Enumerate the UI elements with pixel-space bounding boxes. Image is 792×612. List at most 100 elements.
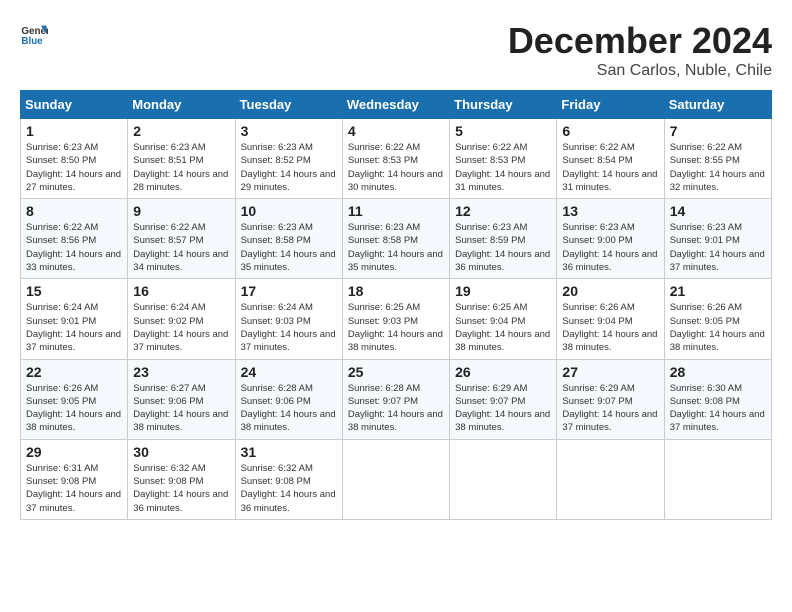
calendar-cell: 8 Sunrise: 6:22 AM Sunset: 8:56 PM Daylig… bbox=[21, 199, 128, 279]
day-info: Sunrise: 6:24 AM Sunset: 9:01 PM Dayligh… bbox=[26, 301, 122, 354]
calendar-cell: 30 Sunrise: 6:32 AM Sunset: 9:08 PM Dayli… bbox=[128, 439, 235, 519]
day-number: 9 bbox=[133, 203, 229, 219]
day-info: Sunrise: 6:25 AM Sunset: 9:03 PM Dayligh… bbox=[348, 301, 444, 354]
day-number: 2 bbox=[133, 123, 229, 139]
day-number: 3 bbox=[241, 123, 337, 139]
calendar-cell: 10 Sunrise: 6:23 AM Sunset: 8:58 PM Dayli… bbox=[235, 199, 342, 279]
calendar-cell: 7Sunrise: 6:22 AM Sunset: 8:55 PM Daylig… bbox=[664, 119, 771, 199]
calendar-title: December 2024 bbox=[508, 20, 772, 62]
calendar-cell: 9 Sunrise: 6:22 AM Sunset: 8:57 PM Daylig… bbox=[128, 199, 235, 279]
day-number: 6 bbox=[562, 123, 658, 139]
calendar-week-row: 15Sunrise: 6:24 AM Sunset: 9:01 PM Dayli… bbox=[21, 279, 772, 359]
day-info: Sunrise: 6:31 AM Sunset: 9:08 PM Dayligh… bbox=[26, 462, 122, 515]
day-info: Sunrise: 6:22 AM Sunset: 8:56 PM Dayligh… bbox=[26, 221, 122, 274]
day-number: 29 bbox=[26, 444, 122, 460]
col-sunday: Sunday bbox=[21, 91, 128, 119]
page-header: General Blue December 2024 San Carlos, N… bbox=[20, 20, 772, 80]
col-saturday: Saturday bbox=[664, 91, 771, 119]
day-number: 27 bbox=[562, 364, 658, 380]
calendar-cell bbox=[664, 439, 771, 519]
calendar-cell: 21 Sunrise: 6:26 AM Sunset: 9:05 PM Dayli… bbox=[664, 279, 771, 359]
svg-text:Blue: Blue bbox=[21, 36, 43, 47]
calendar-cell: 4 Sunrise: 6:22 AM Sunset: 8:53 PM Daylig… bbox=[342, 119, 449, 199]
calendar-cell: 28 Sunrise: 6:30 AM Sunset: 9:08 PM Dayli… bbox=[664, 359, 771, 439]
col-wednesday: Wednesday bbox=[342, 91, 449, 119]
day-info: Sunrise: 6:22 AM Sunset: 8:57 PM Dayligh… bbox=[133, 221, 229, 274]
calendar-cell: 11Sunrise: 6:23 AM Sunset: 8:58 PM Dayli… bbox=[342, 199, 449, 279]
calendar-cell: 13 Sunrise: 6:23 AM Sunset: 9:00 PM Dayli… bbox=[557, 199, 664, 279]
calendar-cell: 16 Sunrise: 6:24 AM Sunset: 9:02 PM Dayli… bbox=[128, 279, 235, 359]
calendar-cell: 18 Sunrise: 6:25 AM Sunset: 9:03 PM Dayli… bbox=[342, 279, 449, 359]
day-number: 8 bbox=[26, 203, 122, 219]
day-number: 31 bbox=[241, 444, 337, 460]
title-block: December 2024 San Carlos, Nuble, Chile bbox=[508, 20, 772, 80]
day-number: 30 bbox=[133, 444, 229, 460]
day-number: 24 bbox=[241, 364, 337, 380]
day-info: Sunrise: 6:26 AM Sunset: 9:05 PM Dayligh… bbox=[26, 382, 122, 435]
day-number: 25 bbox=[348, 364, 444, 380]
calendar-cell: 3 Sunrise: 6:23 AM Sunset: 8:52 PM Daylig… bbox=[235, 119, 342, 199]
day-number: 26 bbox=[455, 364, 551, 380]
day-number: 5 bbox=[455, 123, 551, 139]
day-info: Sunrise: 6:24 AM Sunset: 9:02 PM Dayligh… bbox=[133, 301, 229, 354]
calendar-header-row: Sunday Monday Tuesday Wednesday Thursday… bbox=[21, 91, 772, 119]
day-info: Sunrise: 6:23 AM Sunset: 9:01 PM Dayligh… bbox=[670, 221, 766, 274]
day-info: Sunrise: 6:32 AM Sunset: 9:08 PM Dayligh… bbox=[133, 462, 229, 515]
day-info: Sunrise: 6:23 AM Sunset: 8:58 PM Dayligh… bbox=[241, 221, 337, 274]
day-number: 10 bbox=[241, 203, 337, 219]
day-number: 14 bbox=[670, 203, 766, 219]
day-info: Sunrise: 6:26 AM Sunset: 9:05 PM Dayligh… bbox=[670, 301, 766, 354]
day-number: 18 bbox=[348, 283, 444, 299]
calendar-cell bbox=[557, 439, 664, 519]
day-info: Sunrise: 6:25 AM Sunset: 9:04 PM Dayligh… bbox=[455, 301, 551, 354]
calendar-week-row: 22Sunrise: 6:26 AM Sunset: 9:05 PM Dayli… bbox=[21, 359, 772, 439]
logo: General Blue bbox=[20, 20, 48, 48]
calendar-cell: 22Sunrise: 6:26 AM Sunset: 9:05 PM Dayli… bbox=[21, 359, 128, 439]
day-info: Sunrise: 6:29 AM Sunset: 9:07 PM Dayligh… bbox=[455, 382, 551, 435]
day-number: 16 bbox=[133, 283, 229, 299]
day-info: Sunrise: 6:22 AM Sunset: 8:54 PM Dayligh… bbox=[562, 141, 658, 194]
calendar-cell: 5Sunrise: 6:22 AM Sunset: 8:53 PM Daylig… bbox=[450, 119, 557, 199]
calendar-cell: 19 Sunrise: 6:25 AM Sunset: 9:04 PM Dayli… bbox=[450, 279, 557, 359]
day-info: Sunrise: 6:23 AM Sunset: 8:51 PM Dayligh… bbox=[133, 141, 229, 194]
calendar-cell: 6 Sunrise: 6:22 AM Sunset: 8:54 PM Daylig… bbox=[557, 119, 664, 199]
day-number: 23 bbox=[133, 364, 229, 380]
calendar-cell: 2 Sunrise: 6:23 AM Sunset: 8:51 PM Daylig… bbox=[128, 119, 235, 199]
col-monday: Monday bbox=[128, 91, 235, 119]
calendar-cell: 1Sunrise: 6:23 AM Sunset: 8:50 PM Daylig… bbox=[21, 119, 128, 199]
calendar-cell bbox=[450, 439, 557, 519]
day-info: Sunrise: 6:26 AM Sunset: 9:04 PM Dayligh… bbox=[562, 301, 658, 354]
day-info: Sunrise: 6:27 AM Sunset: 9:06 PM Dayligh… bbox=[133, 382, 229, 435]
day-number: 13 bbox=[562, 203, 658, 219]
day-info: Sunrise: 6:24 AM Sunset: 9:03 PM Dayligh… bbox=[241, 301, 337, 354]
day-number: 21 bbox=[670, 283, 766, 299]
col-thursday: Thursday bbox=[450, 91, 557, 119]
day-info: Sunrise: 6:23 AM Sunset: 9:00 PM Dayligh… bbox=[562, 221, 658, 274]
calendar-table: Sunday Monday Tuesday Wednesday Thursday… bbox=[20, 90, 772, 520]
calendar-week-row: 1Sunrise: 6:23 AM Sunset: 8:50 PM Daylig… bbox=[21, 119, 772, 199]
day-info: Sunrise: 6:28 AM Sunset: 9:06 PM Dayligh… bbox=[241, 382, 337, 435]
calendar-cell: 26 Sunrise: 6:29 AM Sunset: 9:07 PM Dayli… bbox=[450, 359, 557, 439]
day-number: 4 bbox=[348, 123, 444, 139]
calendar-week-row: 8 Sunrise: 6:22 AM Sunset: 8:56 PM Daylig… bbox=[21, 199, 772, 279]
day-info: Sunrise: 6:29 AM Sunset: 9:07 PM Dayligh… bbox=[562, 382, 658, 435]
calendar-cell: 31Sunrise: 6:32 AM Sunset: 9:08 PM Dayli… bbox=[235, 439, 342, 519]
calendar-cell: 23 Sunrise: 6:27 AM Sunset: 9:06 PM Dayli… bbox=[128, 359, 235, 439]
day-info: Sunrise: 6:23 AM Sunset: 8:52 PM Dayligh… bbox=[241, 141, 337, 194]
day-number: 28 bbox=[670, 364, 766, 380]
calendar-subtitle: San Carlos, Nuble, Chile bbox=[508, 62, 772, 80]
day-number: 20 bbox=[562, 283, 658, 299]
calendar-cell bbox=[342, 439, 449, 519]
day-info: Sunrise: 6:28 AM Sunset: 9:07 PM Dayligh… bbox=[348, 382, 444, 435]
day-info: Sunrise: 6:23 AM Sunset: 8:59 PM Dayligh… bbox=[455, 221, 551, 274]
day-info: Sunrise: 6:30 AM Sunset: 9:08 PM Dayligh… bbox=[670, 382, 766, 435]
day-number: 12 bbox=[455, 203, 551, 219]
day-number: 11 bbox=[348, 203, 444, 219]
day-number: 7 bbox=[670, 123, 766, 139]
calendar-cell: 20 Sunrise: 6:26 AM Sunset: 9:04 PM Dayli… bbox=[557, 279, 664, 359]
calendar-cell: 27 Sunrise: 6:29 AM Sunset: 9:07 PM Dayli… bbox=[557, 359, 664, 439]
day-info: Sunrise: 6:22 AM Sunset: 8:53 PM Dayligh… bbox=[348, 141, 444, 194]
day-number: 19 bbox=[455, 283, 551, 299]
col-friday: Friday bbox=[557, 91, 664, 119]
calendar-week-row: 29 Sunrise: 6:31 AM Sunset: 9:08 PM Dayli… bbox=[21, 439, 772, 519]
